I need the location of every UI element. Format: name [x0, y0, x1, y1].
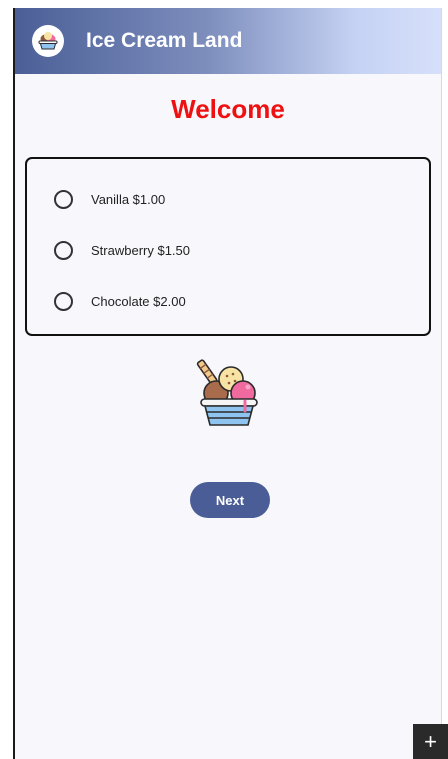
radio-button-icon[interactable]	[54, 240, 73, 260]
radio-label-vanilla: Vanilla $1.00	[91, 191, 166, 207]
app-title: Ice Cream Land	[86, 29, 243, 52]
radio-button-icon[interactable]	[54, 189, 73, 209]
app-bar: Ice Cream Land	[15, 8, 441, 74]
frame-right-edge	[441, 8, 442, 759]
ice-cream-logo-icon	[32, 25, 64, 57]
radio-label-strawberry: Strawberry $1.50	[91, 242, 190, 258]
device-frame: Ice Cream Land Welcome Vanilla $1.00 Str…	[0, 0, 448, 759]
radio-option-strawberry[interactable]: Strawberry $1.50	[54, 238, 190, 262]
app-screen: Ice Cream Land Welcome Vanilla $1.00 Str…	[15, 8, 441, 759]
radio-option-vanilla[interactable]: Vanilla $1.00	[54, 187, 165, 211]
ice-cream-sundae-icon	[193, 357, 265, 429]
plus-icon[interactable]: +	[413, 724, 448, 759]
radio-button-icon[interactable]	[54, 291, 73, 311]
flavor-radio-group: Vanilla $1.00 Strawberry $1.50 Chocolate…	[25, 157, 431, 336]
next-button[interactable]: Next	[190, 482, 270, 518]
radio-label-chocolate: Chocolate $2.00	[91, 293, 186, 309]
welcome-heading: Welcome	[171, 94, 285, 124]
radio-option-chocolate[interactable]: Chocolate $2.00	[54, 289, 186, 313]
